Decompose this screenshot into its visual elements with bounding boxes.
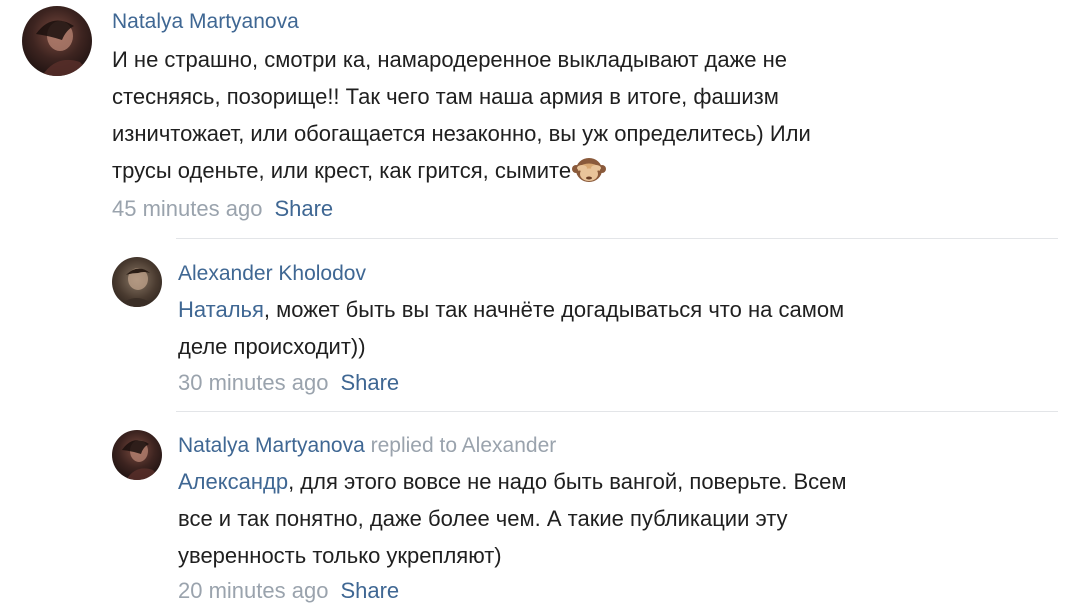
share-link[interactable]: Share [274,196,333,221]
mention-link[interactable]: Александр [178,469,288,494]
comment-author[interactable]: Natalya Martyanova [112,10,299,34]
avatar-natalya[interactable] [22,6,92,76]
comment-meta: 30 minutes ago Share [178,370,399,396]
share-link[interactable]: Share [340,578,399,603]
author-name[interactable]: Natalya Martyanova [178,434,365,457]
mention-link[interactable]: Наталья [178,297,264,322]
comment-2: Alexander Kholodov Наталья, может быть в… [0,239,1088,411]
comment-text-line: изничтожает, или обогащается незаконно, … [112,121,811,146]
comment-text: Александр, для этого вовсе не надо быть … [178,463,1058,574]
comment-text-line: деле происходит)) [178,334,366,359]
comment-3: Natalya Martyanova replied to Alexander … [0,412,1088,616]
comment-text-fragment: , для этого вовсе не надо быть вангой, п… [288,469,847,494]
share-link[interactable]: Share [340,370,399,395]
comment-meta: 20 minutes ago Share [178,578,399,604]
comment-text-line: трусы оденьте, или крест, как грится, сы… [112,152,1072,189]
avatar-natalya[interactable] [112,430,162,480]
comment-timestamp[interactable]: 20 minutes ago [178,578,328,603]
comment-text-line: И не страшно, смотри ка, намародеренное … [112,47,788,72]
comment-text-fragment: , может быть вы так начнёте догадываться… [263,297,845,322]
comment-text: И не страшно, смотри ка, намародеренное … [112,41,1072,189]
comment-thread: Natalya Martyanova И не страшно, смотри … [0,0,1088,616]
comment-author[interactable]: Alexander Kholodov [178,262,366,286]
comment-text-line: Наталья, может быть вы так начнёте догад… [178,291,1058,328]
comment-author[interactable]: Natalya Martyanova replied to Alexander [178,434,556,458]
comment-meta: 45 minutes ago Share [112,196,333,222]
comment-1: Natalya Martyanova И не страшно, смотри … [0,0,1088,236]
comment-text: Наталья, может быть вы так начнёте догад… [178,291,1058,365]
comment-timestamp[interactable]: 45 minutes ago [112,196,262,221]
see-no-evil-monkey-icon [572,154,607,184]
comment-timestamp[interactable]: 30 minutes ago [178,370,328,395]
comment-text-line: все и так понятно, даже более чем. А так… [178,506,788,531]
comment-text-line-end: трусы оденьте, или крест, как грится, сы… [112,158,572,183]
comment-text-line: стесняясь, позорище!! Так чего там наша … [112,84,779,109]
comment-text-line: уверенность только укрепляют) [178,543,502,568]
avatar-alexander[interactable] [112,257,162,307]
comment-text-line: Александр, для этого вовсе не надо быть … [178,463,1058,500]
replied-to-label[interactable]: replied to Alexander [371,434,557,457]
